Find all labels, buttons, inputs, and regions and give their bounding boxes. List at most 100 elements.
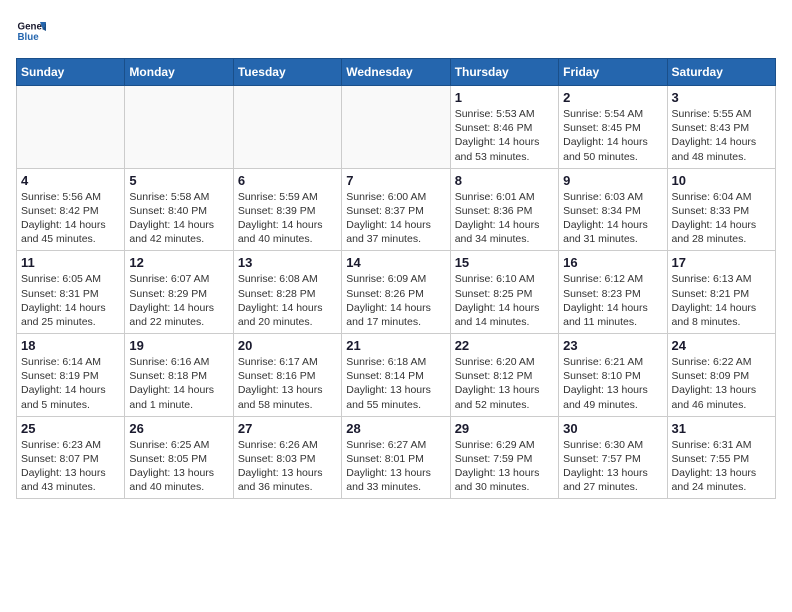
- day-info: Sunrise: 6:12 AM Sunset: 8:23 PM Dayligh…: [563, 272, 662, 329]
- day-number: 31: [672, 421, 771, 436]
- day-info: Sunrise: 6:30 AM Sunset: 7:57 PM Dayligh…: [563, 438, 662, 495]
- day-info: Sunrise: 6:27 AM Sunset: 8:01 PM Dayligh…: [346, 438, 445, 495]
- calendar-day-cell: 28 Sunrise: 6:27 AM Sunset: 8:01 PM Dayli…: [342, 416, 450, 499]
- day-info: Sunrise: 6:13 AM Sunset: 8:21 PM Dayligh…: [672, 272, 771, 329]
- day-info: Sunrise: 5:53 AM Sunset: 8:46 PM Dayligh…: [455, 107, 554, 164]
- day-number: 6: [238, 173, 337, 188]
- calendar-day-header: Sunday: [17, 59, 125, 86]
- day-info: Sunrise: 6:18 AM Sunset: 8:14 PM Dayligh…: [346, 355, 445, 412]
- calendar-week-row: 4 Sunrise: 5:56 AM Sunset: 8:42 PM Daylig…: [17, 168, 776, 251]
- calendar-header-row: SundayMondayTuesdayWednesdayThursdayFrid…: [17, 59, 776, 86]
- day-number: 13: [238, 255, 337, 270]
- day-info: Sunrise: 6:01 AM Sunset: 8:36 PM Dayligh…: [455, 190, 554, 247]
- calendar-day-cell: 19 Sunrise: 6:16 AM Sunset: 8:18 PM Dayli…: [125, 334, 233, 417]
- day-number: 8: [455, 173, 554, 188]
- day-number: 16: [563, 255, 662, 270]
- calendar-week-row: 18 Sunrise: 6:14 AM Sunset: 8:19 PM Dayli…: [17, 334, 776, 417]
- calendar-day-cell: 6 Sunrise: 5:59 AM Sunset: 8:39 PM Daylig…: [233, 168, 341, 251]
- day-number: 3: [672, 90, 771, 105]
- calendar-day-cell: 20 Sunrise: 6:17 AM Sunset: 8:16 PM Dayli…: [233, 334, 341, 417]
- day-number: 29: [455, 421, 554, 436]
- calendar-day-cell: [17, 86, 125, 169]
- calendar-week-row: 25Sunrise: 6:23 AM Sunset: 8:07 PM Dayli…: [17, 416, 776, 499]
- calendar-week-row: 11 Sunrise: 6:05 AM Sunset: 8:31 PM Dayli…: [17, 251, 776, 334]
- calendar-day-header: Thursday: [450, 59, 558, 86]
- day-number: 19: [129, 338, 228, 353]
- day-info: Sunrise: 5:55 AM Sunset: 8:43 PM Dayligh…: [672, 107, 771, 164]
- calendar-day-cell: 12 Sunrise: 6:07 AM Sunset: 8:29 PM Dayli…: [125, 251, 233, 334]
- day-number: 4: [21, 173, 120, 188]
- day-info: Sunrise: 6:23 AM Sunset: 8:07 PM Dayligh…: [21, 438, 120, 495]
- calendar-week-row: 1 Sunrise: 5:53 AM Sunset: 8:46 PM Daylig…: [17, 86, 776, 169]
- calendar-day-cell: 8 Sunrise: 6:01 AM Sunset: 8:36 PM Daylig…: [450, 168, 558, 251]
- day-number: 2: [563, 90, 662, 105]
- calendar-day-cell: 3 Sunrise: 5:55 AM Sunset: 8:43 PM Daylig…: [667, 86, 775, 169]
- day-info: Sunrise: 6:09 AM Sunset: 8:26 PM Dayligh…: [346, 272, 445, 329]
- day-info: Sunrise: 6:31 AM Sunset: 7:55 PM Dayligh…: [672, 438, 771, 495]
- day-number: 11: [21, 255, 120, 270]
- calendar-day-cell: 31 Sunrise: 6:31 AM Sunset: 7:55 PM Dayli…: [667, 416, 775, 499]
- day-info: Sunrise: 5:59 AM Sunset: 8:39 PM Dayligh…: [238, 190, 337, 247]
- day-info: Sunrise: 6:26 AM Sunset: 8:03 PM Dayligh…: [238, 438, 337, 495]
- day-info: Sunrise: 6:29 AM Sunset: 7:59 PM Dayligh…: [455, 438, 554, 495]
- day-number: 14: [346, 255, 445, 270]
- day-number: 23: [563, 338, 662, 353]
- header: General Blue: [16, 16, 776, 46]
- day-number: 27: [238, 421, 337, 436]
- day-number: 28: [346, 421, 445, 436]
- calendar-day-cell: [125, 86, 233, 169]
- calendar-day-cell: 21 Sunrise: 6:18 AM Sunset: 8:14 PM Dayli…: [342, 334, 450, 417]
- day-number: 24: [672, 338, 771, 353]
- day-number: 1: [455, 90, 554, 105]
- calendar-day-cell: [342, 86, 450, 169]
- day-info: Sunrise: 6:17 AM Sunset: 8:16 PM Dayligh…: [238, 355, 337, 412]
- calendar-day-header: Tuesday: [233, 59, 341, 86]
- day-number: 20: [238, 338, 337, 353]
- logo: General Blue: [16, 16, 46, 46]
- day-info: Sunrise: 6:08 AM Sunset: 8:28 PM Dayligh…: [238, 272, 337, 329]
- day-number: 18: [21, 338, 120, 353]
- calendar-day-cell: 11 Sunrise: 6:05 AM Sunset: 8:31 PM Dayli…: [17, 251, 125, 334]
- day-info: Sunrise: 5:58 AM Sunset: 8:40 PM Dayligh…: [129, 190, 228, 247]
- day-info: Sunrise: 6:10 AM Sunset: 8:25 PM Dayligh…: [455, 272, 554, 329]
- calendar-day-cell: 5 Sunrise: 5:58 AM Sunset: 8:40 PM Daylig…: [125, 168, 233, 251]
- day-number: 5: [129, 173, 228, 188]
- calendar-day-header: Monday: [125, 59, 233, 86]
- calendar-day-cell: 9Sunrise: 6:03 AM Sunset: 8:34 PM Daylig…: [559, 168, 667, 251]
- calendar-day-cell: 2 Sunrise: 5:54 AM Sunset: 8:45 PM Daylig…: [559, 86, 667, 169]
- day-info: Sunrise: 6:16 AM Sunset: 8:18 PM Dayligh…: [129, 355, 228, 412]
- calendar-day-cell: 29 Sunrise: 6:29 AM Sunset: 7:59 PM Dayli…: [450, 416, 558, 499]
- calendar-day-cell: [233, 86, 341, 169]
- day-info: Sunrise: 6:22 AM Sunset: 8:09 PM Dayligh…: [672, 355, 771, 412]
- calendar-day-cell: 14 Sunrise: 6:09 AM Sunset: 8:26 PM Dayli…: [342, 251, 450, 334]
- day-number: 10: [672, 173, 771, 188]
- calendar-day-cell: 13 Sunrise: 6:08 AM Sunset: 8:28 PM Dayli…: [233, 251, 341, 334]
- calendar-day-cell: 17 Sunrise: 6:13 AM Sunset: 8:21 PM Dayli…: [667, 251, 775, 334]
- calendar-day-cell: 15Sunrise: 6:10 AM Sunset: 8:25 PM Dayli…: [450, 251, 558, 334]
- calendar-day-header: Friday: [559, 59, 667, 86]
- calendar-day-cell: 30 Sunrise: 6:30 AM Sunset: 7:57 PM Dayli…: [559, 416, 667, 499]
- day-info: Sunrise: 5:54 AM Sunset: 8:45 PM Dayligh…: [563, 107, 662, 164]
- day-info: Sunrise: 5:56 AM Sunset: 8:42 PM Dayligh…: [21, 190, 120, 247]
- calendar-day-cell: 16 Sunrise: 6:12 AM Sunset: 8:23 PM Dayli…: [559, 251, 667, 334]
- day-info: Sunrise: 6:04 AM Sunset: 8:33 PM Dayligh…: [672, 190, 771, 247]
- day-number: 12: [129, 255, 228, 270]
- logo-icon: General Blue: [16, 16, 46, 46]
- day-number: 9: [563, 173, 662, 188]
- day-number: 26: [129, 421, 228, 436]
- day-number: 30: [563, 421, 662, 436]
- day-info: Sunrise: 6:25 AM Sunset: 8:05 PM Dayligh…: [129, 438, 228, 495]
- day-info: Sunrise: 6:05 AM Sunset: 8:31 PM Dayligh…: [21, 272, 120, 329]
- day-number: 7: [346, 173, 445, 188]
- day-number: 21: [346, 338, 445, 353]
- day-info: Sunrise: 6:14 AM Sunset: 8:19 PM Dayligh…: [21, 355, 120, 412]
- calendar-day-cell: 23Sunrise: 6:21 AM Sunset: 8:10 PM Dayli…: [559, 334, 667, 417]
- svg-text:Blue: Blue: [18, 32, 40, 43]
- calendar-day-header: Wednesday: [342, 59, 450, 86]
- calendar-day-cell: 4 Sunrise: 5:56 AM Sunset: 8:42 PM Daylig…: [17, 168, 125, 251]
- calendar-day-cell: 24 Sunrise: 6:22 AM Sunset: 8:09 PM Dayli…: [667, 334, 775, 417]
- calendar-day-cell: 10 Sunrise: 6:04 AM Sunset: 8:33 PM Dayli…: [667, 168, 775, 251]
- calendar-day-cell: 22Sunrise: 6:20 AM Sunset: 8:12 PM Dayli…: [450, 334, 558, 417]
- day-number: 17: [672, 255, 771, 270]
- day-info: Sunrise: 6:07 AM Sunset: 8:29 PM Dayligh…: [129, 272, 228, 329]
